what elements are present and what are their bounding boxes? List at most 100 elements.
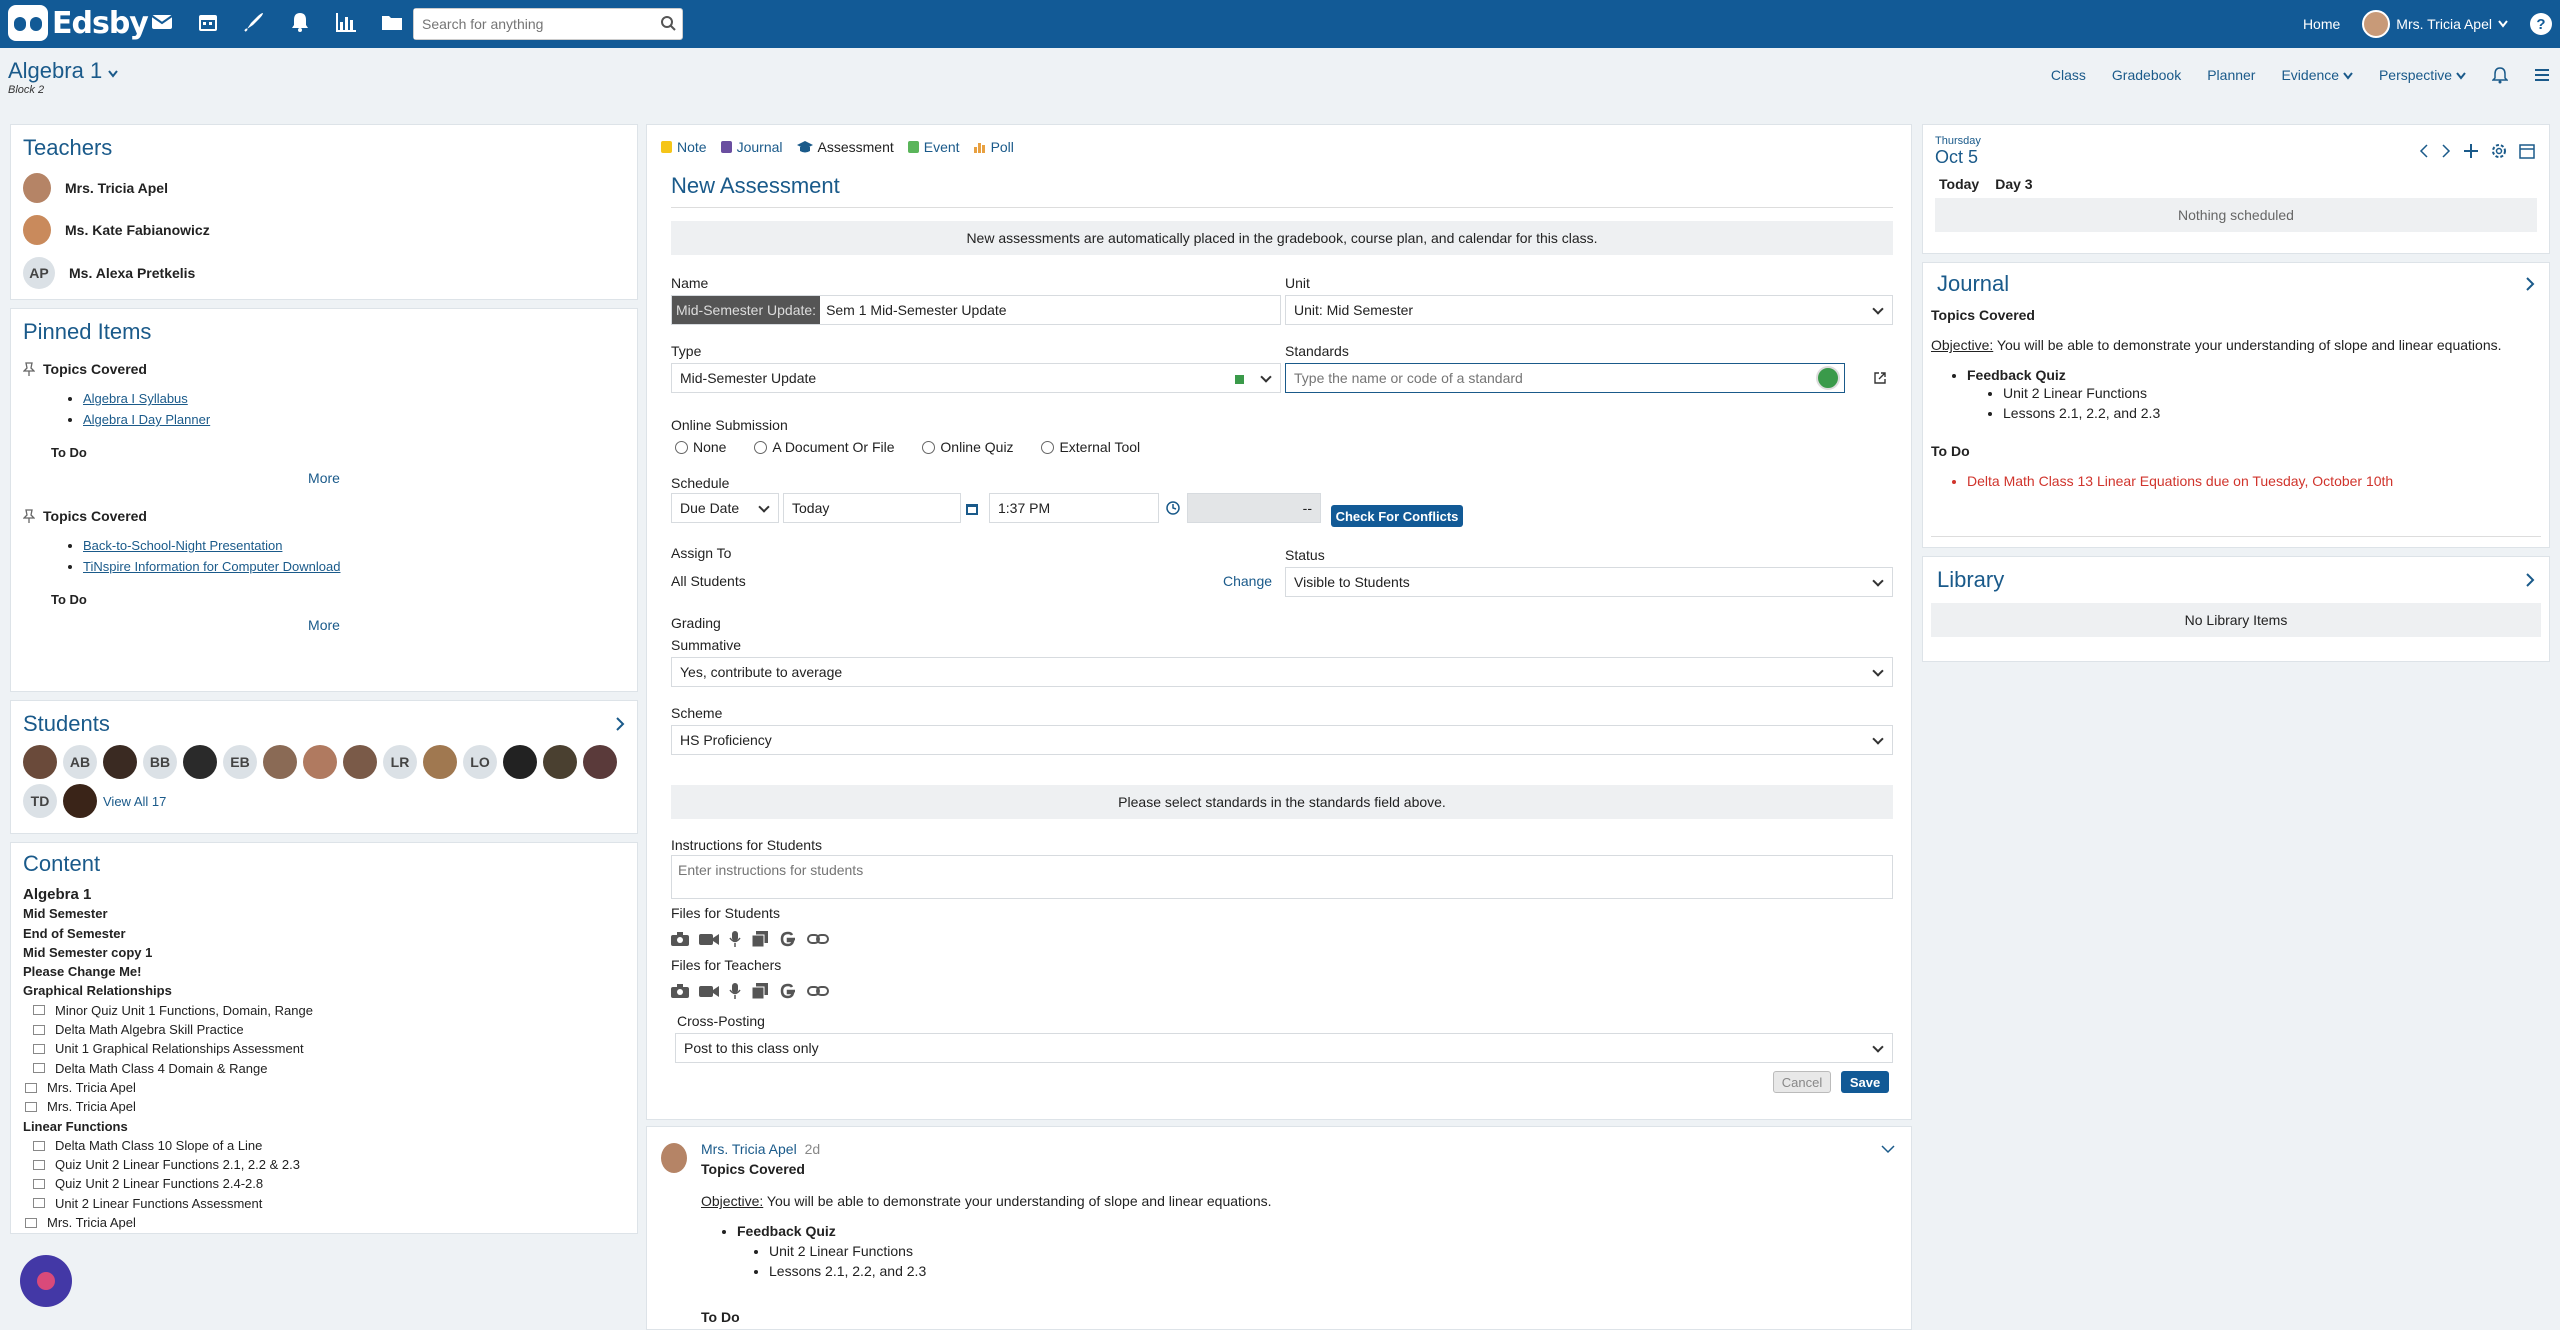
radio-document[interactable]: A Document Or File	[754, 439, 895, 455]
change-assign-link[interactable]: Change	[1223, 573, 1272, 589]
nav-evidence[interactable]: Evidence	[2281, 67, 2353, 83]
calendar-icon[interactable]	[966, 503, 978, 515]
teacher-item[interactable]: AP Ms. Alexa Pretkelis	[23, 257, 625, 289]
student-avatar[interactable]	[423, 745, 457, 779]
schedule-date[interactable]: Today	[783, 493, 978, 523]
name-field[interactable]: Mid-Semester Update: Sem 1 Mid-Semester …	[671, 295, 1281, 325]
gear-icon[interactable]	[2491, 143, 2507, 159]
more-link[interactable]: More	[23, 470, 625, 486]
content-item[interactable]: Mrs. Tricia Apel	[23, 1097, 625, 1116]
student-avatar[interactable]: LR	[383, 745, 417, 779]
tab-journal[interactable]: Journal	[720, 139, 783, 155]
content-item[interactable]: Graphical Relationships	[23, 981, 625, 1000]
journal-todo-item[interactable]: Delta Math Class 13 Linear Equations due…	[1967, 473, 2541, 489]
content-item[interactable]: Quiz Unit 2 Linear Functions 2.1, 2.2 & …	[23, 1155, 625, 1174]
bell-icon[interactable]	[288, 10, 312, 34]
today-label[interactable]: Today	[1939, 176, 1979, 192]
student-avatar[interactable]: LO	[463, 745, 497, 779]
chevron-left-icon[interactable]	[2419, 143, 2429, 159]
plus-icon[interactable]	[2463, 143, 2479, 159]
post-author[interactable]: Mrs. Tricia Apel	[701, 1141, 797, 1157]
student-avatar[interactable]	[583, 745, 617, 779]
journal-title[interactable]: Journal	[1937, 271, 2009, 297]
pinned-link[interactable]: Algebra I Day Planner	[83, 412, 210, 427]
nav-gradebook[interactable]: Gradebook	[2112, 67, 2181, 83]
files-icon[interactable]	[751, 931, 769, 947]
student-avatar[interactable]: AB	[63, 745, 97, 779]
nav-perspective[interactable]: Perspective	[2379, 67, 2466, 83]
mail-icon[interactable]	[150, 10, 174, 34]
schedule-time[interactable]: 1:37 PM	[989, 493, 1180, 523]
video-icon[interactable]	[699, 984, 719, 998]
save-button[interactable]: Save	[1841, 1071, 1889, 1093]
search-input[interactable]	[414, 9, 644, 39]
chevron-right-icon[interactable]	[2525, 276, 2535, 292]
search-icon[interactable]	[660, 15, 676, 34]
help-icon[interactable]: ?	[2530, 13, 2552, 35]
student-avatar[interactable]	[103, 745, 137, 779]
cancel-button[interactable]: Cancel	[1773, 1071, 1831, 1093]
class-title[interactable]: Algebra 1	[8, 58, 119, 84]
calendar-icon[interactable]	[196, 10, 220, 34]
student-avatar[interactable]: EB	[223, 745, 257, 779]
microphone-icon[interactable]	[729, 983, 741, 999]
student-avatar[interactable]	[343, 745, 377, 779]
search-box[interactable]	[413, 8, 683, 40]
microphone-icon[interactable]	[729, 931, 741, 947]
menu-icon[interactable]	[2534, 68, 2550, 82]
tab-poll[interactable]: Poll	[973, 139, 1014, 155]
nav-planner[interactable]: Planner	[2207, 67, 2255, 83]
student-avatar[interactable]	[263, 745, 297, 779]
radio-none[interactable]: None	[675, 439, 726, 455]
crosspost-select[interactable]: Post to this class only	[675, 1033, 1893, 1063]
instructions-input[interactable]	[671, 855, 1893, 899]
status-select[interactable]: Visible to Students	[1285, 567, 1893, 597]
content-item[interactable]: Linear Functions	[23, 1117, 625, 1136]
content-item[interactable]: Unit 2 Linear Functions Assessment	[23, 1194, 625, 1213]
teacher-item[interactable]: Ms. Kate Fabianowicz	[23, 215, 625, 245]
content-item[interactable]: Unit 1 Graphical Relationships Assessmen…	[23, 1039, 625, 1058]
view-all-students[interactable]: View All 17	[103, 794, 166, 809]
check-conflicts-button[interactable]: Check For Conflicts	[1331, 505, 1463, 527]
files-icon[interactable]	[751, 983, 769, 999]
library-title[interactable]: Library	[1937, 567, 2004, 593]
student-avatar[interactable]	[503, 745, 537, 779]
content-item[interactable]: Delta Math Class 10 Slope of a Line	[23, 1136, 625, 1155]
chevron-right-icon[interactable]	[615, 716, 625, 732]
content-item[interactable]: Mid Semester	[23, 904, 625, 923]
content-item[interactable]: End of Semester	[23, 924, 625, 943]
clock-icon[interactable]	[1166, 501, 1180, 515]
unit-select[interactable]: Unit: Mid Semester	[1285, 295, 1893, 325]
student-avatar[interactable]	[543, 745, 577, 779]
teacher-item[interactable]: Mrs. Tricia Apel	[23, 173, 625, 203]
pinned-heading[interactable]: Topics Covered	[23, 508, 625, 524]
calendar-icon[interactable]	[2519, 143, 2535, 159]
video-icon[interactable]	[699, 932, 719, 946]
chevron-down-icon[interactable]	[1881, 1145, 1895, 1155]
student-avatar[interactable]	[23, 745, 57, 779]
content-item[interactable]: Algebra 1	[23, 885, 625, 904]
content-item[interactable]: Mrs. Tricia Apel	[23, 1078, 625, 1097]
student-avatar[interactable]: BB	[143, 745, 177, 779]
chevron-right-icon[interactable]	[2525, 572, 2535, 588]
students-title[interactable]: Students	[23, 711, 110, 737]
user-menu[interactable]: Mrs. Tricia Apel	[2362, 10, 2508, 38]
tab-note[interactable]: Note	[661, 139, 707, 155]
camera-icon[interactable]	[671, 932, 689, 946]
content-item[interactable]: Mid Semester copy 1	[23, 943, 625, 962]
tab-event[interactable]: Event	[907, 139, 960, 155]
bell-outline-icon[interactable]	[2492, 66, 2508, 84]
google-drive-icon[interactable]	[779, 982, 797, 1000]
student-avatar[interactable]	[63, 784, 97, 818]
content-item[interactable]: Please Change Me!	[23, 962, 625, 981]
content-item[interactable]: Mrs. Tricia Apel	[23, 1213, 625, 1232]
student-avatar[interactable]	[183, 745, 217, 779]
pinned-link[interactable]: TiNspire Information for Computer Downlo…	[83, 559, 340, 574]
pinned-heading[interactable]: Topics Covered	[23, 361, 625, 377]
pinned-link[interactable]: Algebra I Syllabus	[83, 391, 188, 406]
nav-class[interactable]: Class	[2051, 67, 2086, 83]
schedule-end[interactable]: --	[1187, 493, 1321, 523]
scheme-select[interactable]: HS Proficiency	[671, 725, 1893, 755]
link-icon[interactable]	[807, 932, 829, 946]
content-item[interactable]: Delta Math Algebra Skill Practice	[23, 1020, 625, 1039]
